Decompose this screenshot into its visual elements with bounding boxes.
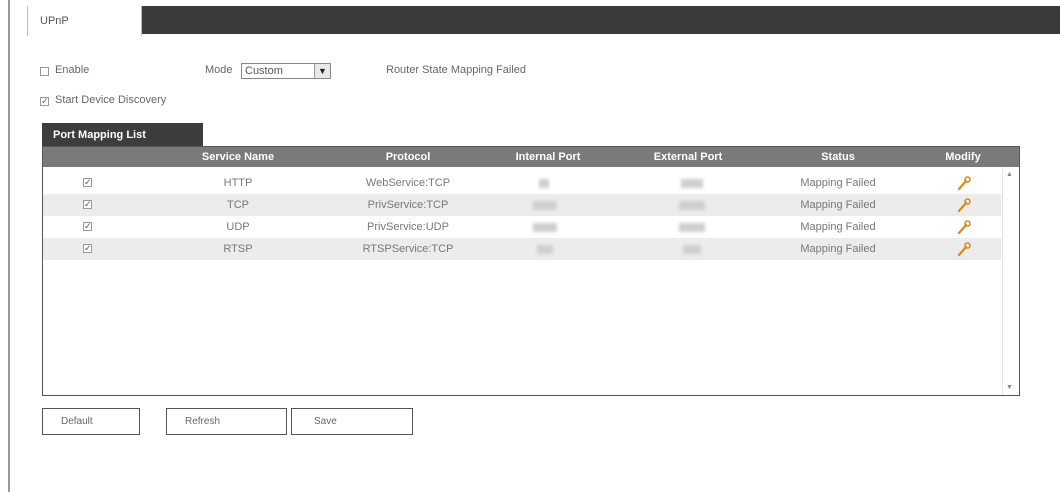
row-checkbox[interactable]: ✓ (83, 244, 92, 253)
service-name-cell: HTTP (223, 177, 253, 189)
mode-select[interactable]: Custom ▼ (241, 63, 331, 79)
row-checkbox[interactable]: ✓ (83, 200, 92, 209)
protocol-cell: PrivService:UDP (367, 221, 449, 233)
internal-port-blurred (533, 201, 557, 210)
protocol-cell: PrivService:TCP (367, 199, 449, 211)
chevron-down-icon[interactable]: ▼ (314, 64, 330, 78)
status-cell: Mapping Failed (800, 243, 876, 255)
column-header-internal-port: Internal Port (515, 151, 581, 163)
table-row[interactable]: ✓ TCP PrivService:TCP Mapping Failed (43, 194, 1001, 216)
save-button[interactable]: Save (291, 408, 413, 435)
column-header-status: Status (821, 151, 855, 163)
service-name-cell: TCP (227, 199, 249, 211)
tab-bar: UPnP (27, 6, 1060, 36)
protocol-cell: RTSPService:TCP (362, 243, 454, 255)
column-header-protocol: Protocol (385, 151, 431, 163)
table-header: Service Name Protocol Internal Port Exte… (43, 147, 1019, 167)
table-row[interactable]: ✓ UDP PrivService:UDP Mapping Failed (43, 216, 1001, 238)
tab-port-mapping-list[interactable]: Port Mapping List (42, 123, 203, 147)
external-port-blurred (679, 201, 705, 210)
mode-value: Custom (245, 65, 283, 77)
external-port-blurred (681, 179, 703, 188)
status-cell: Mapping Failed (800, 199, 876, 211)
wrench-icon[interactable] (956, 175, 972, 191)
service-name-cell: UDP (226, 221, 250, 233)
external-port-blurred (683, 245, 701, 254)
router-status-text: Router State Mapping Failed (386, 64, 527, 76)
wrench-icon[interactable] (956, 219, 972, 235)
status-cell: Mapping Failed (800, 177, 876, 189)
wrench-icon[interactable] (956, 241, 972, 257)
default-button[interactable]: Default (42, 408, 140, 435)
scroll-up-icon[interactable]: ▲ (1006, 171, 1013, 178)
table-row[interactable]: ✓ RTSP RTSPService:TCP Mapping Failed (43, 238, 1001, 260)
column-header-modify: Modify (945, 151, 981, 163)
port-mapping-panel: Service Name Protocol Internal Port Exte… (42, 146, 1020, 396)
refresh-button[interactable]: Refresh (166, 408, 287, 435)
internal-port-blurred (537, 245, 553, 254)
start-discovery-label: Start Device Discovery (55, 94, 167, 106)
table-scrollbar[interactable]: ▲ ▼ (1002, 167, 1019, 395)
wrench-icon[interactable] (956, 197, 972, 213)
status-cell: Mapping Failed (800, 221, 876, 233)
protocol-cell: WebService:TCP (365, 177, 451, 189)
internal-port-blurred (539, 179, 549, 188)
internal-port-blurred (533, 223, 557, 232)
column-header-external-port: External Port (653, 151, 723, 163)
enable-label: Enable (55, 64, 90, 76)
mode-label: Mode (205, 64, 233, 76)
left-border (8, 0, 10, 492)
start-discovery-checkbox[interactable]: ✓ (40, 97, 49, 106)
external-port-blurred (679, 223, 705, 232)
tab-upnp[interactable]: UPnP (27, 6, 142, 36)
table-row[interactable]: ✓ HTTP WebService:TCP Mapping Failed (43, 172, 1001, 194)
column-header-service-name: Service Name (201, 151, 275, 163)
row-checkbox[interactable]: ✓ (83, 178, 92, 187)
scroll-down-icon[interactable]: ▼ (1006, 384, 1013, 391)
row-checkbox[interactable]: ✓ (83, 222, 92, 231)
service-name-cell: RTSP (223, 243, 253, 255)
enable-checkbox[interactable] (40, 67, 49, 76)
